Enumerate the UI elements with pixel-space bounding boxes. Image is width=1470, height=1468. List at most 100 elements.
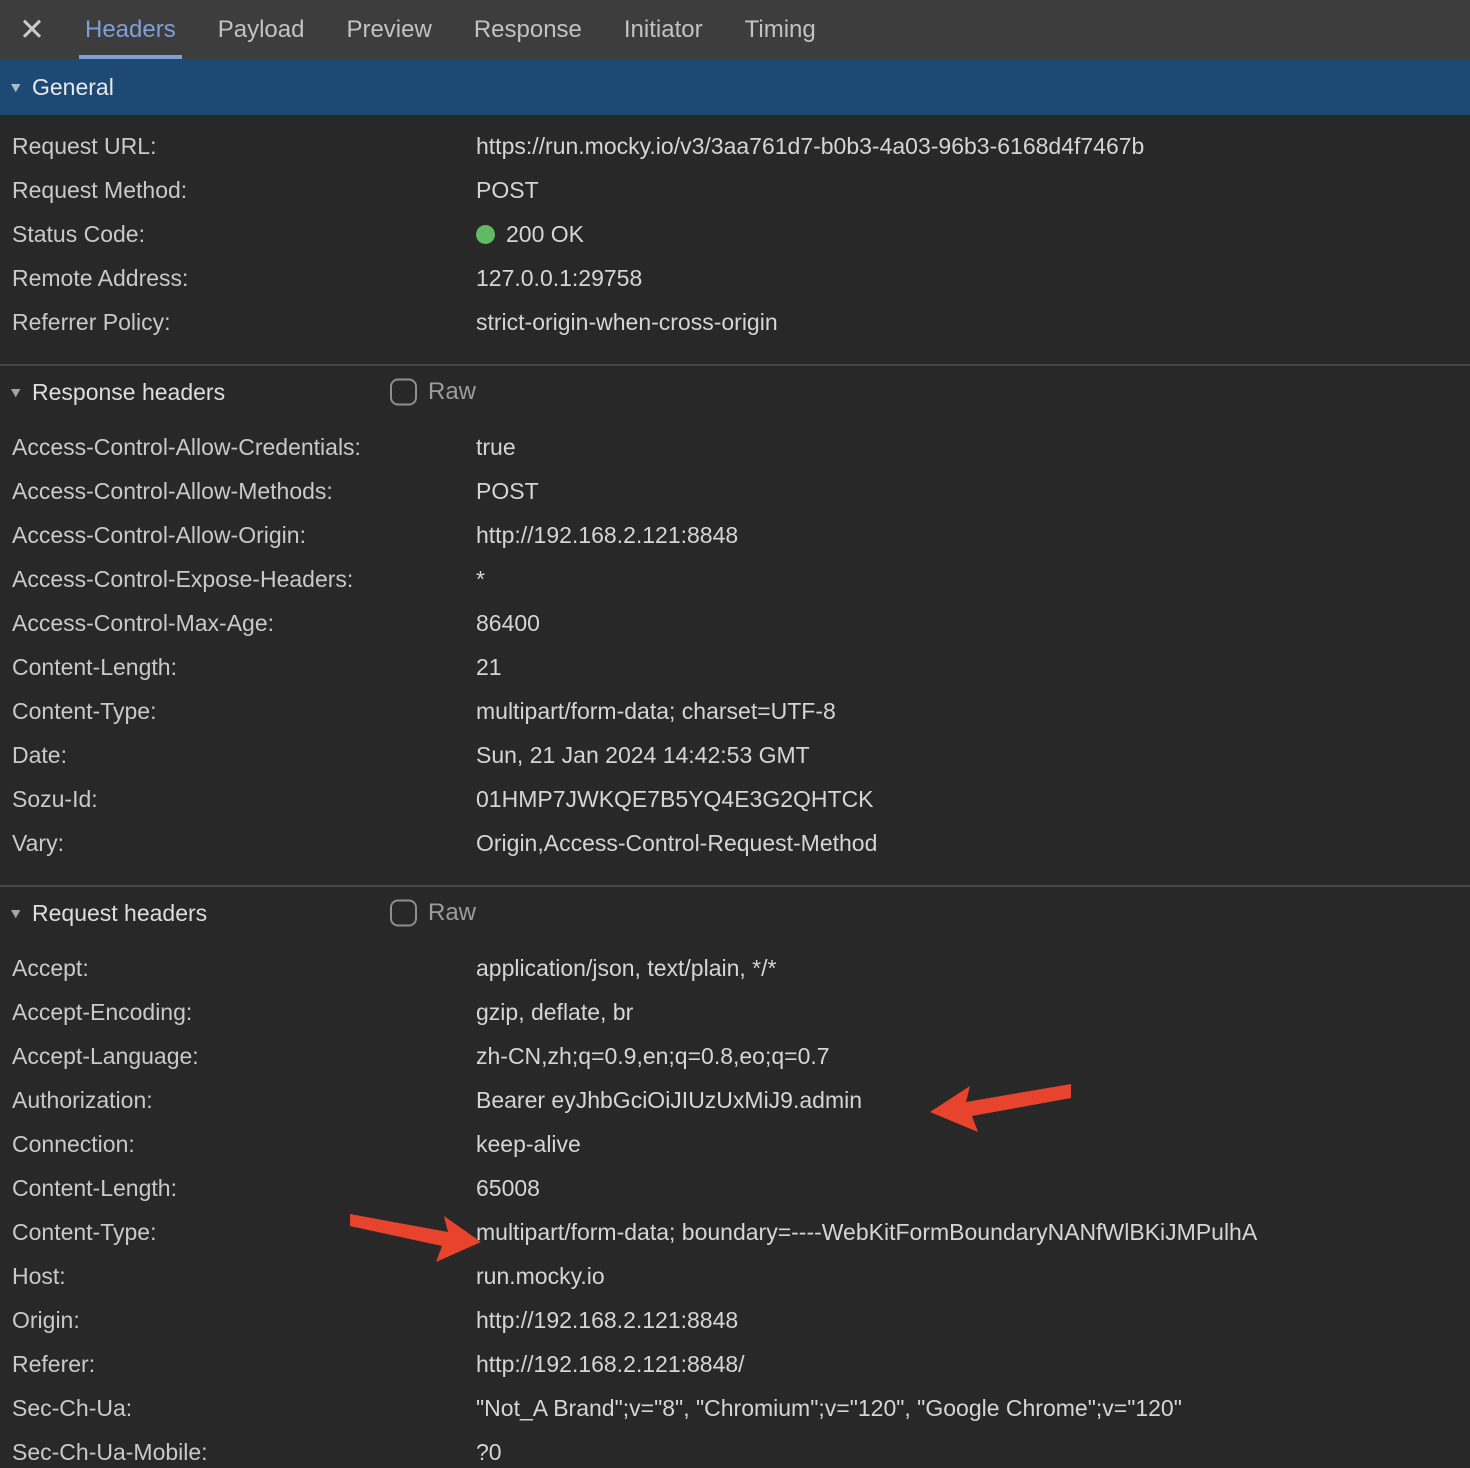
- header-value-text: 127.0.0.1:29758: [476, 265, 642, 292]
- header-value: run.mocky.io: [476, 1263, 605, 1290]
- section-title: General: [32, 74, 114, 101]
- status-dot-icon: [476, 225, 495, 244]
- header-row: Sozu-Id:01HMP7JWKQE7B5YQ4E3G2QHTCK: [0, 777, 1470, 821]
- header-row: Access-Control-Allow-Credentials:true: [0, 425, 1470, 469]
- header-row: Content-Length:21: [0, 645, 1470, 689]
- header-name: Content-Length:: [0, 1175, 476, 1202]
- header-value-text: zh-CN,zh;q=0.9,en;q=0.8,eo;q=0.7: [476, 1043, 830, 1070]
- header-name: Host:: [0, 1263, 476, 1290]
- header-value-text: multipart/form-data; charset=UTF-8: [476, 698, 836, 725]
- header-value: 65008: [476, 1175, 540, 1202]
- header-value: zh-CN,zh;q=0.9,en;q=0.8,eo;q=0.7: [476, 1043, 830, 1070]
- header-value-text: true: [476, 434, 516, 461]
- header-value: http://192.168.2.121:8848/: [476, 1351, 745, 1378]
- section-rows: Access-Control-Allow-Credentials:trueAcc…: [0, 418, 1470, 865]
- header-row: Content-Length:65008: [0, 1166, 1470, 1210]
- header-value: 01HMP7JWKQE7B5YQ4E3G2QHTCK: [476, 786, 874, 813]
- header-name: Access-Control-Allow-Origin:: [0, 522, 476, 549]
- section-response-headers: ▼ Response headers Raw Access-Control-Allow…: [0, 364, 1470, 865]
- header-name: Origin:: [0, 1307, 476, 1334]
- header-name: Referer:: [0, 1351, 476, 1378]
- header-value-text: gzip, deflate, br: [476, 999, 633, 1026]
- header-value: 86400: [476, 610, 540, 637]
- tab-timing[interactable]: Timing: [724, 0, 837, 59]
- headers-panel: ▼ General Request URL:https://run.mocky.io…: [0, 59, 1470, 1468]
- header-value: http://192.168.2.121:8848: [476, 522, 738, 549]
- header-name: Vary:: [0, 830, 476, 857]
- header-value-text: Sun, 21 Jan 2024 14:42:53 GMT: [476, 742, 810, 769]
- header-value: "Not_A Brand";v="8", "Chromium";v="120",…: [476, 1395, 1182, 1422]
- header-row: Connection:keep-alive: [0, 1122, 1470, 1166]
- header-row: Referrer Policy:strict-origin-when-cross…: [0, 300, 1470, 344]
- header-value: multipart/form-data; charset=UTF-8: [476, 698, 836, 725]
- header-row: Access-Control-Allow-Methods:POST: [0, 469, 1470, 513]
- header-value: Bearer eyJhbGciOiJIUzUxMiJ9.admin: [476, 1087, 862, 1114]
- header-value-text: 65008: [476, 1175, 540, 1202]
- header-value: application/json, text/plain, */*: [476, 955, 776, 982]
- header-value-text: 01HMP7JWKQE7B5YQ4E3G2QHTCK: [476, 786, 874, 813]
- raw-checkbox-label[interactable]: Raw: [428, 378, 476, 406]
- section-rows: Accept:application/json, text/plain, */*…: [0, 939, 1470, 1468]
- header-value: https://run.mocky.io/v3/3aa761d7-b0b3-4a…: [476, 133, 1144, 160]
- header-value: true: [476, 434, 516, 461]
- header-value: 200 OK: [476, 221, 584, 248]
- header-row: Authorization:Bearer eyJhbGciOiJIUzUxMiJ…: [0, 1078, 1470, 1122]
- header-row: Sec-Ch-Ua:"Not_A Brand";v="8", "Chromium…: [0, 1386, 1470, 1430]
- header-name: Access-Control-Max-Age:: [0, 610, 476, 637]
- header-value-text: http://192.168.2.121:8848: [476, 1307, 738, 1334]
- header-row: Vary:Origin,Access-Control-Request-Metho…: [0, 821, 1470, 865]
- header-value: *: [476, 566, 485, 593]
- header-value-text: strict-origin-when-cross-origin: [476, 309, 778, 336]
- header-name: Accept:: [0, 955, 476, 982]
- header-value: 21: [476, 654, 502, 681]
- section-rows: Request URL:https://run.mocky.io/v3/3aa7…: [0, 115, 1470, 344]
- header-row: Referer:http://192.168.2.121:8848/: [0, 1342, 1470, 1386]
- raw-checkbox[interactable]: [390, 379, 417, 406]
- header-row: Accept:application/json, text/plain, */*: [0, 946, 1470, 990]
- section-general: ▼ General Request URL:https://run.mocky.io…: [0, 59, 1470, 344]
- collapse-triangle-icon: ▼: [8, 384, 26, 400]
- raw-checkbox-label[interactable]: Raw: [428, 899, 476, 927]
- header-name: Request URL:: [0, 133, 476, 160]
- header-value: POST: [476, 478, 539, 505]
- section-header-response-headers[interactable]: ▼ Response headers Raw: [0, 364, 1470, 418]
- close-icon[interactable]: ✕: [0, 0, 64, 59]
- header-value: 127.0.0.1:29758: [476, 265, 642, 292]
- header-name: Request Method:: [0, 177, 476, 204]
- header-row: Accept-Language:zh-CN,zh;q=0.9,en;q=0.8,…: [0, 1034, 1470, 1078]
- header-name: Remote Address:: [0, 265, 476, 292]
- header-row: Content-Type:multipart/form-data; bounda…: [0, 1210, 1470, 1254]
- tab-response[interactable]: Response: [453, 0, 603, 59]
- header-value-text: 21: [476, 654, 502, 681]
- tab-initiator[interactable]: Initiator: [603, 0, 724, 59]
- header-row: Access-Control-Max-Age:86400: [0, 601, 1470, 645]
- section-header-request-headers[interactable]: ▼Request headersRaw: [0, 885, 1470, 939]
- header-value-text: "Not_A Brand";v="8", "Chromium";v="120",…: [476, 1395, 1182, 1422]
- header-name: Authorization:: [0, 1087, 476, 1114]
- header-name: Date:: [0, 742, 476, 769]
- header-value-text: application/json, text/plain, */*: [476, 955, 776, 982]
- header-name: Status Code:: [0, 221, 476, 248]
- header-value: ?0: [476, 1439, 502, 1466]
- header-name: Content-Length:: [0, 654, 476, 681]
- header-value-text: 86400: [476, 610, 540, 637]
- header-name: Access-Control-Allow-Methods:: [0, 478, 476, 505]
- tab-preview[interactable]: Preview: [325, 0, 452, 59]
- header-row: Access-Control-Allow-Origin:http://192.1…: [0, 513, 1470, 557]
- header-value-text: Bearer eyJhbGciOiJIUzUxMiJ9.admin: [476, 1087, 862, 1114]
- header-name: Sec-Ch-Ua:: [0, 1395, 476, 1422]
- header-value-text: keep-alive: [476, 1131, 581, 1158]
- header-value: multipart/form-data; boundary=----WebKit…: [476, 1219, 1257, 1246]
- section-title: Response headers: [32, 379, 225, 406]
- section-header-general[interactable]: ▼ General: [0, 59, 1470, 115]
- header-row: Origin:http://192.168.2.121:8848: [0, 1298, 1470, 1342]
- header-name: Access-Control-Expose-Headers:: [0, 566, 476, 593]
- header-value-text: https://run.mocky.io/v3/3aa761d7-b0b3-4a…: [476, 133, 1144, 160]
- tab-headers[interactable]: Headers: [64, 0, 197, 59]
- tab-payload[interactable]: Payload: [197, 0, 326, 59]
- header-row: Content-Type:multipart/form-data; charse…: [0, 689, 1470, 733]
- header-value-text: POST: [476, 177, 539, 204]
- header-row: Accept-Encoding:gzip, deflate, br: [0, 990, 1470, 1034]
- raw-checkbox[interactable]: [390, 900, 417, 927]
- collapse-triangle-icon: ▼: [8, 79, 26, 95]
